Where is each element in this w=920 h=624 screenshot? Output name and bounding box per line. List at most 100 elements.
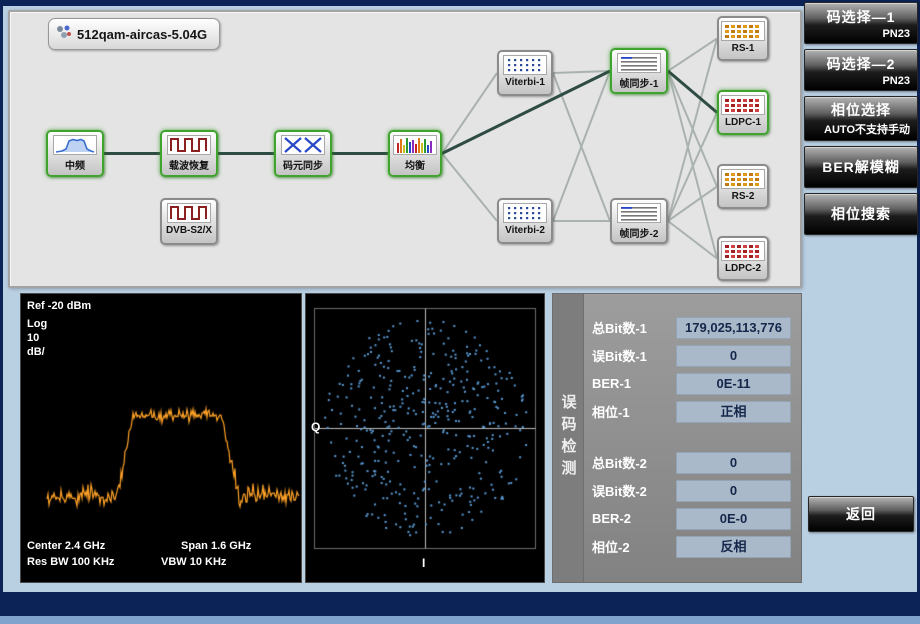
node-ldpc2[interactable]: LDPC-2 bbox=[717, 236, 769, 281]
rsrows-icon bbox=[723, 22, 763, 40]
node-label: 载波恢复 bbox=[169, 157, 209, 172]
squarewave-icon bbox=[169, 136, 209, 154]
sidebar-button-1[interactable]: 码选择—1PN23 bbox=[804, 2, 918, 44]
node-fs1[interactable]: 帧同步-1 bbox=[610, 48, 668, 94]
dotgrid-icon bbox=[505, 204, 545, 222]
node-dvb[interactable]: DVB-S2/X bbox=[160, 198, 218, 245]
sidebar-button-group: 码选择—1PN23码选择—2PN23相位选择AUTO不支持手动BER解模糊相位搜… bbox=[804, 2, 918, 235]
node-fs2[interactable]: 帧同步-2 bbox=[610, 198, 668, 244]
i-axis-label: I bbox=[422, 556, 425, 570]
equalizer-icon-frame bbox=[393, 135, 437, 155]
stat-row: 总Bit数-1179,025,113,776 bbox=[592, 317, 791, 338]
sidebar-button-3[interactable]: 相位选择AUTO不支持手动 bbox=[804, 96, 918, 141]
framelist-icon-frame bbox=[617, 53, 661, 73]
ldpcrows-icon bbox=[723, 96, 763, 114]
sidebar-button-2[interactable]: 码选择—2PN23 bbox=[804, 49, 918, 91]
processing-chain-panel: 512qam-aircas-5.04G 中频 载波恢复 码元同步均衡 DVB-S2/X… bbox=[8, 10, 802, 288]
ldpcrows-icon-frame bbox=[721, 241, 765, 261]
stat-value: 0 bbox=[676, 452, 791, 474]
vbw-label: VBW 10 KHz bbox=[161, 556, 226, 568]
rsrows-icon-frame bbox=[721, 21, 765, 41]
sidebar-spacer bbox=[804, 235, 918, 496]
node-label: 中频 bbox=[65, 157, 85, 172]
edge-fs1-ldpc1 bbox=[668, 71, 717, 113]
preset-label: 512qam-aircas-5.04G bbox=[77, 27, 207, 42]
node-vit2[interactable]: Viterbi-2 bbox=[497, 198, 553, 244]
node-rs2[interactable]: RS-2 bbox=[717, 164, 769, 209]
sidebar-button-5[interactable]: 相位搜索 bbox=[804, 193, 918, 235]
stat-value: 0E-0 bbox=[676, 508, 791, 530]
node-label: LDPC-1 bbox=[725, 117, 761, 128]
dotgrid-icon-frame bbox=[503, 203, 547, 223]
ldpcrows-icon bbox=[723, 242, 763, 260]
eyesync-icon-frame bbox=[281, 135, 325, 155]
node-label: DVB-S2/X bbox=[166, 225, 212, 236]
error-check-vertical-title: 误码检测 bbox=[553, 294, 584, 582]
squarewave-icon bbox=[169, 204, 209, 222]
sidebar-button-sublabel: PN23 bbox=[812, 28, 910, 40]
stat-row: 总Bit数-20 bbox=[592, 452, 791, 473]
spectrum-icon-frame bbox=[53, 135, 97, 155]
log-scale-value: 10 bbox=[27, 332, 39, 344]
node-label: 帧同步-1 bbox=[620, 75, 659, 90]
bottom-strip bbox=[0, 616, 920, 624]
span-label: Span 1.6 GHz bbox=[181, 540, 251, 552]
node-rs1[interactable]: RS-1 bbox=[717, 16, 769, 61]
stat-value: 0E-11 bbox=[676, 373, 791, 395]
rsrows-icon bbox=[723, 170, 763, 188]
stat-row: 相位-2反相 bbox=[592, 536, 791, 557]
center-freq-label: Center 2.4 GHz bbox=[27, 540, 105, 552]
eyesync-icon bbox=[283, 136, 323, 154]
node-label: 均衡 bbox=[405, 157, 425, 172]
stat-row: 误Bit数-20 bbox=[592, 480, 791, 501]
stat-label: 误Bit数-1 bbox=[592, 346, 676, 365]
return-button-label: 返回 bbox=[816, 504, 906, 524]
stat-row: BER-10E-11 bbox=[592, 373, 791, 394]
stat-value: 0 bbox=[676, 345, 791, 367]
sidebar-button-4[interactable]: BER解模糊 bbox=[804, 146, 918, 188]
spectrum-analyzer-panel: Ref -20 dBm Log 10 dB/ Center 2.4 GHz Sp… bbox=[20, 293, 302, 583]
node-symsync[interactable]: 码元同步 bbox=[274, 130, 332, 177]
edge-vit1-fs1 bbox=[553, 71, 610, 73]
rsrows-icon-frame bbox=[721, 169, 765, 189]
db-per-div-label: dB/ bbox=[27, 346, 45, 358]
return-button[interactable]: 返回 bbox=[808, 496, 914, 532]
framelist-icon bbox=[619, 204, 659, 222]
node-if[interactable]: 中频 bbox=[46, 130, 104, 177]
sidebar-button-label: 相位选择 bbox=[812, 100, 910, 120]
stats-rows: 总Bit数-1179,025,113,776误Bit数-10BER-10E-11… bbox=[584, 294, 801, 582]
stat-value: 正相 bbox=[676, 401, 791, 423]
node-label: Viterbi-2 bbox=[505, 225, 545, 236]
framelist-icon bbox=[619, 54, 659, 72]
stat-label: 总Bit数-1 bbox=[592, 318, 676, 337]
node-carrier[interactable]: 载波恢复 bbox=[160, 130, 218, 177]
stat-label: 相位-2 bbox=[592, 537, 676, 556]
stat-label: BER-1 bbox=[592, 376, 676, 391]
dotgrid-icon bbox=[505, 56, 545, 74]
stat-label: 误Bit数-2 bbox=[592, 481, 676, 500]
framelist-icon-frame bbox=[617, 203, 661, 223]
squarewave-icon-frame bbox=[167, 203, 211, 223]
edge-eq-vit2 bbox=[442, 154, 497, 222]
node-vit1[interactable]: Viterbi-1 bbox=[497, 50, 553, 96]
equalizer-icon bbox=[395, 136, 435, 154]
ref-level-label: Ref -20 dBm bbox=[27, 300, 91, 312]
sidebar-button-label: 码选择—1 bbox=[812, 7, 910, 27]
constellation-canvas bbox=[306, 294, 544, 582]
stat-label: 相位-1 bbox=[592, 402, 676, 421]
node-ldpc1[interactable]: LDPC-1 bbox=[717, 90, 769, 135]
error-stats-panel: 误码检测 总Bit数-1179,025,113,776误Bit数-10BER-1… bbox=[552, 293, 802, 583]
signal-preset-badge[interactable]: 512qam-aircas-5.04G bbox=[48, 18, 220, 50]
dotgrid-icon-frame bbox=[503, 55, 547, 75]
node-eq[interactable]: 均衡 bbox=[388, 130, 442, 177]
stat-row: 相位-1正相 bbox=[592, 401, 791, 422]
sidebar: 码选择—1PN23码选择—2PN23相位选择AUTO不支持手动BER解模糊相位搜… bbox=[804, 2, 918, 590]
sidebar-button-label: 码选择—2 bbox=[812, 54, 910, 74]
constellation-panel: Q I bbox=[305, 293, 545, 583]
q-axis-label: Q bbox=[311, 420, 320, 434]
block-diagram: 512qam-aircas-5.04G 中频 载波恢复 码元同步均衡 DVB-S2/X… bbox=[10, 12, 800, 286]
stat-value: 反相 bbox=[676, 536, 791, 558]
spectrum-trace-canvas bbox=[21, 294, 301, 582]
node-label: Viterbi-1 bbox=[505, 77, 545, 88]
sidebar-button-label: 相位搜索 bbox=[812, 204, 910, 224]
